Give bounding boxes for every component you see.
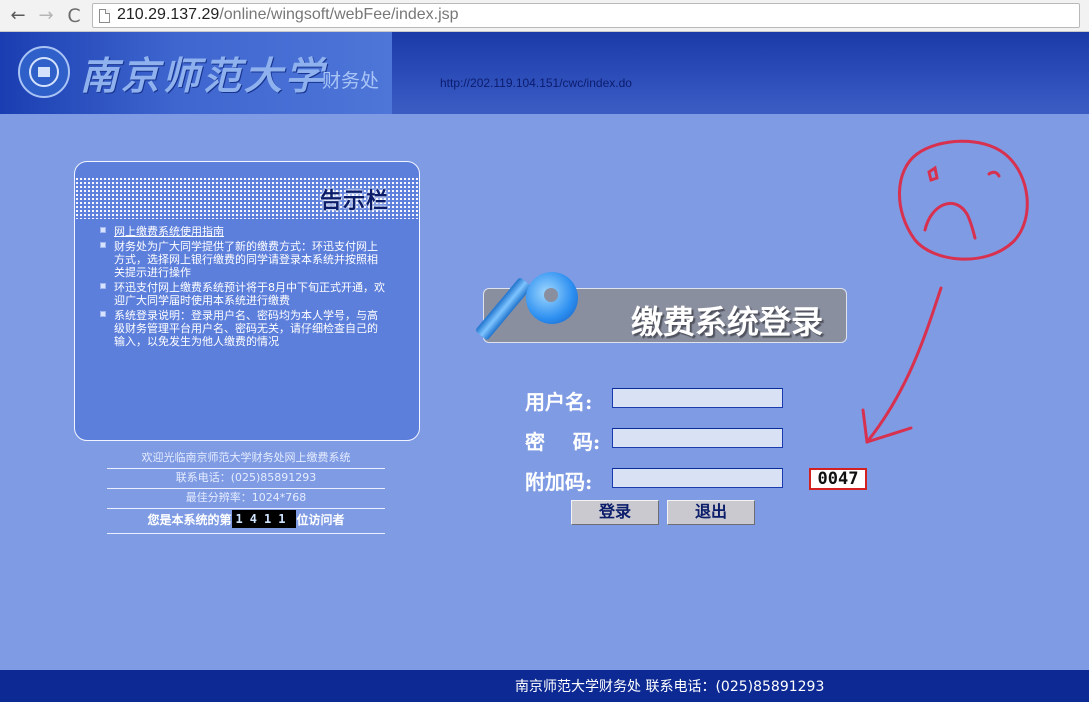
back-arrow-icon[interactable]: ← <box>6 4 30 28</box>
password-label-text: 密 码: <box>525 430 601 454</box>
visitor-count: 1411 <box>231 510 297 528</box>
exit-button[interactable]: 退出 <box>667 500 755 525</box>
visitor-suffix: 位访问者 <box>296 513 345 527</box>
forward-arrow-icon[interactable]: → <box>34 4 58 28</box>
face-right-eye <box>987 170 1001 178</box>
notice-text: 系统登录说明：登录用户名、密码均为本人学号，与高级财务管理平台用户名、密码无关，… <box>114 309 378 348</box>
reload-icon[interactable]: C <box>62 4 86 28</box>
university-seal-icon <box>18 46 70 98</box>
resolution-text: 最佳分辨率：1024*768 <box>107 489 385 509</box>
notice-board: 告示栏 网上缴费系统使用指南 财务处为广大同学提供了新的缴费方式：环迅支付网上方… <box>74 161 420 441</box>
url-text: 210.29.137.29/online/wingsoft/webFee/ind… <box>117 6 459 24</box>
welcome-text: 欢迎光临南京师范大学财务处网上缴费系统 <box>107 449 385 469</box>
face-outline <box>898 139 1029 261</box>
sad-face-annotation <box>861 139 1029 444</box>
bullet-icon <box>100 311 106 317</box>
page-icon <box>99 9 110 23</box>
face-left-eye <box>927 165 939 182</box>
visitor-prefix: 您是本系统的第 <box>147 513 232 527</box>
bullet-icon <box>100 283 106 289</box>
login-title: 缴费系统登录 <box>631 303 824 341</box>
username-label: 用户名: <box>525 390 593 414</box>
seal-ring <box>29 57 59 87</box>
footer-text: 南京师范大学财务处 联系电话：(025)85891293 <box>515 679 825 695</box>
footer: 南京师范大学财务处 联系电话：(025)85891293 <box>0 670 1089 702</box>
bullet-icon <box>100 242 106 248</box>
notice-item-login-info: 系统登录说明：登录用户名、密码均为本人学号，与高级财务管理平台用户名、密码无关，… <box>100 309 385 348</box>
notice-list: 网上缴费系统使用指南 财务处为广大同学提供了新的缴费方式：环迅支付网上方式，选择… <box>100 225 385 350</box>
captcha-label: 附加码: <box>525 470 593 494</box>
header-link[interactable]: http://202.119.104.151/cwc/index.do <box>440 76 632 90</box>
password-input[interactable] <box>612 428 783 448</box>
url-host: 210.29.137.29 <box>117 6 220 23</box>
notice-title: 告示栏 <box>319 188 389 214</box>
url-path: /online/wingsoft/webFee/index.jsp <box>219 6 459 23</box>
seal-building-icon <box>38 67 50 77</box>
browser-toolbar: ← → C 210.29.137.29/online/wingsoft/webF… <box>0 0 1089 32</box>
department-name: 财务处 <box>322 70 380 92</box>
key-hole <box>544 288 558 302</box>
notice-item-guide: 网上缴费系统使用指南 <box>100 225 385 238</box>
guide-link[interactable]: 网上缴费系统使用指南 <box>114 225 224 238</box>
captcha-input[interactable] <box>612 468 783 488</box>
username-input[interactable] <box>612 388 783 408</box>
face-mouth <box>923 201 977 240</box>
notice-text: 财务处为广大同学提供了新的缴费方式：环迅支付网上方式，选择网上银行缴费的同学请登… <box>114 240 378 279</box>
key-icon <box>526 272 578 324</box>
notice-item-launch-date: 环迅支付网上缴费系统预计将于8月中下旬正式开通，欢迎广大同学届时使用本系统进行缴… <box>100 281 385 307</box>
contact-phone: 联系电话：(025)85891293 <box>107 469 385 489</box>
password-label: 密 码: <box>525 426 600 455</box>
annotation-arrow <box>865 286 943 444</box>
university-name: 南京师范大学 <box>80 53 327 98</box>
header-band <box>392 32 1089 114</box>
visitor-counter-line: 您是本系统的第 1411 位访问者 <box>107 510 385 534</box>
notice-text: 环迅支付网上缴费系统预计将于8月中下旬正式开通，欢迎广大同学届时使用本系统进行缴… <box>114 281 385 307</box>
address-bar[interactable]: 210.29.137.29/online/wingsoft/webFee/ind… <box>92 3 1080 28</box>
captcha-image[interactable]: 0047 <box>809 468 867 490</box>
login-button[interactable]: 登录 <box>571 500 659 525</box>
notice-item-new-method: 财务处为广大同学提供了新的缴费方式：环迅支付网上方式，选择网上银行缴费的同学请登… <box>100 240 385 279</box>
bullet-icon <box>100 227 106 233</box>
